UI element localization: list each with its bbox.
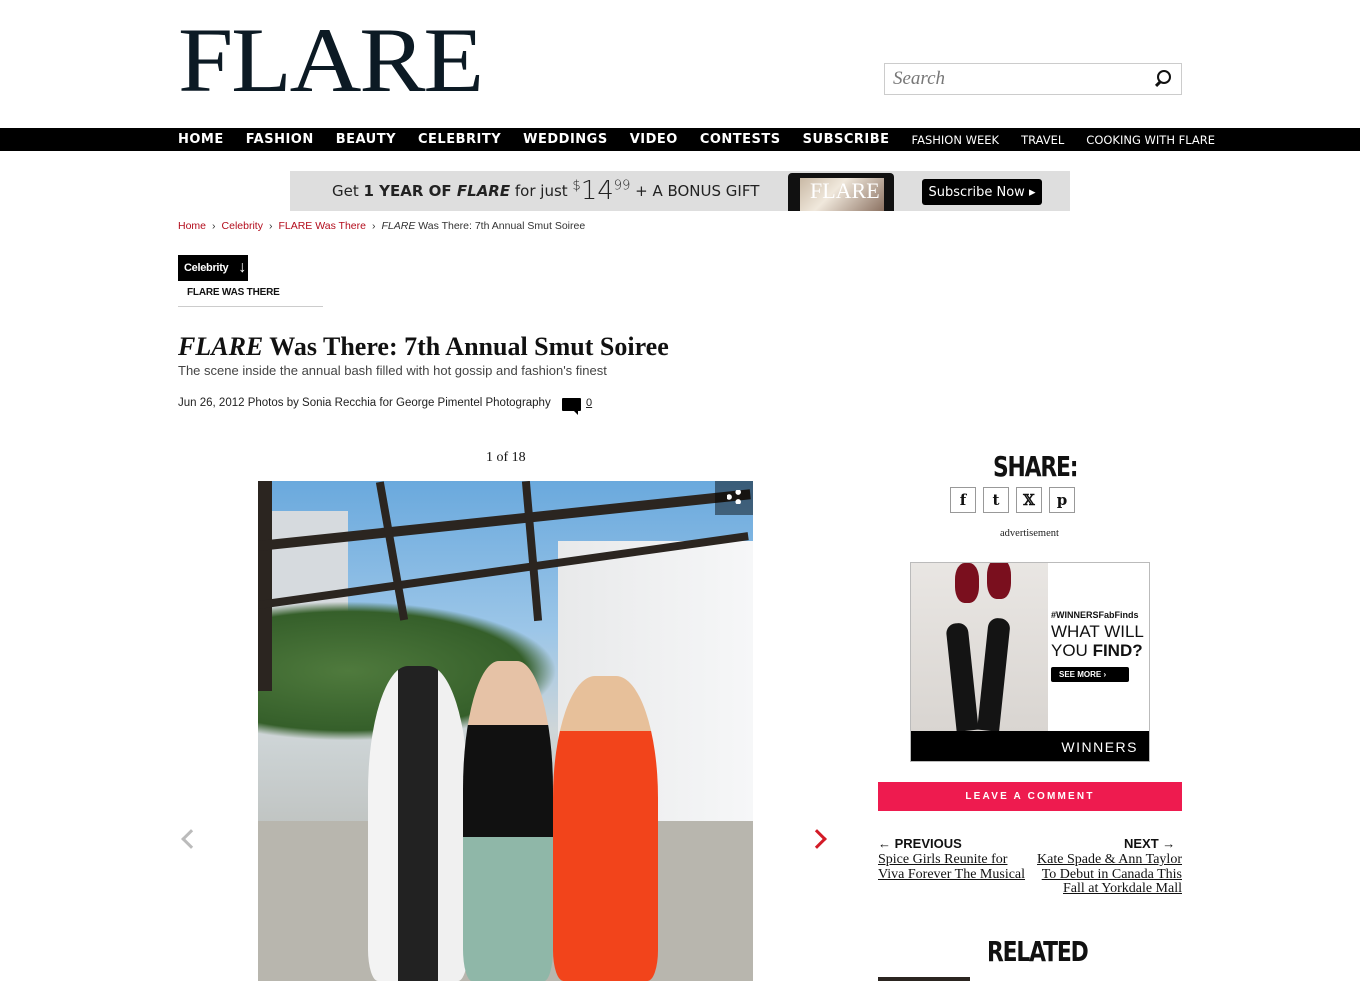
ad-brand: WINNERS	[911, 731, 1149, 761]
flare-logo[interactable]: FLARE	[178, 14, 484, 106]
photo-person-center	[463, 661, 553, 981]
search-input[interactable]	[893, 68, 1153, 90]
tumblr-share-button[interactable]: t	[983, 487, 1009, 513]
next-article-link[interactable]: Kate Spade & Ann Taylor To Debut in Cana…	[1034, 852, 1182, 897]
article-subtitle: The scene inside the annual bash filled …	[178, 363, 607, 378]
facebook-share-button[interactable]: f	[950, 487, 976, 513]
nav-travel[interactable]: TRAVEL	[1021, 133, 1064, 147]
nav-weddings[interactable]: WEDDINGS	[523, 132, 608, 147]
subscribe-banner[interactable]: Get 1 YEAR OF FLARE for just $1499 + A B…	[290, 171, 1070, 211]
nav-beauty[interactable]: BEAUTY	[336, 132, 396, 147]
related-heading: RELATED	[987, 935, 1089, 968]
gallery-previous-arrow-icon[interactable]	[181, 829, 201, 849]
comment-icon[interactable]	[562, 398, 581, 415]
related-thumbnail[interactable]	[878, 977, 970, 981]
breadcrumb-home[interactable]: Home	[178, 220, 206, 232]
nav-fashion-week[interactable]: FASHION WEEK	[912, 133, 1000, 147]
magazine-cover-image: FLARE	[788, 173, 894, 211]
winners-ad[interactable]: #WINNERSFabFinds WHAT WILL YOU FIND? SEE …	[910, 562, 1150, 762]
share-heading: SHARE:	[993, 450, 1079, 483]
ad-hashtag: #WINNERSFabFinds	[1051, 610, 1139, 620]
pinterest-share-button[interactable]: p	[1049, 487, 1075, 513]
previous-article-link[interactable]: Spice Girls Reunite for Viva Forever The…	[878, 852, 1028, 882]
next-label[interactable]: NEXT →	[1124, 836, 1175, 851]
search-icon[interactable]	[1153, 69, 1173, 89]
nav-cooking-with-flare[interactable]: COOKING WITH FLARE	[1086, 133, 1215, 147]
photo-person-right	[553, 676, 658, 981]
photo-share-icon[interactable]	[715, 481, 753, 515]
ad-image	[911, 563, 1048, 732]
advertisement-label: advertisement	[1000, 528, 1059, 539]
leave-comment-button[interactable]: LEAVE A COMMENT	[878, 782, 1182, 811]
gallery-counter: 1 of 18	[486, 450, 526, 465]
nav-fashion[interactable]: FASHION	[246, 132, 314, 147]
article-byline: Jun 26, 2012 Photos by Sonia Recchia for…	[178, 397, 551, 409]
nav-home[interactable]: HOME	[178, 132, 224, 147]
ad-headline: WHAT WILL YOU FIND?	[1051, 622, 1144, 660]
breadcrumb-celebrity[interactable]: Celebrity	[222, 220, 263, 232]
nav-celebrity[interactable]: CELEBRITY	[418, 132, 501, 147]
photo-roof-structure	[258, 481, 753, 691]
comment-count-link[interactable]: 0	[586, 397, 592, 409]
gallery-photo[interactable]	[258, 481, 753, 981]
category-dropdown[interactable]: Celebrity ↓	[178, 255, 248, 281]
share-buttons: f t 𝕏 p	[950, 487, 1075, 513]
gallery-next-arrow-icon[interactable]	[807, 829, 827, 849]
nav-contests[interactable]: CONTESTS	[700, 132, 781, 147]
twitter-share-button[interactable]: 𝕏	[1016, 487, 1042, 513]
subcategory-label[interactable]: FLARE WAS THERE	[178, 287, 323, 307]
photo-person-left	[368, 666, 468, 981]
page-title: FLARE Was There: 7th Annual Smut Soiree	[178, 332, 669, 361]
arrow-down-icon: ↓	[238, 259, 247, 276]
breadcrumb: Home › Celebrity › FLARE Was There › FLARE Was…	[178, 220, 586, 232]
main-nav: HOME FASHION BEAUTY CELEBRITY WEDDINGS V…	[0, 128, 1360, 151]
breadcrumb-flare-was-there[interactable]: FLARE Was There	[278, 220, 366, 232]
subscribe-now-button[interactable]: Subscribe Now ▸	[922, 179, 1042, 205]
ad-see-more-button[interactable]: SEE MORE ›	[1051, 667, 1129, 682]
breadcrumb-current: FLARE Was There: 7th Annual Smut Soiree	[381, 220, 586, 232]
search-box[interactable]	[884, 63, 1182, 95]
nav-video[interactable]: VIDEO	[630, 132, 678, 147]
previous-label[interactable]: ← PREVIOUS	[878, 836, 962, 851]
banner-text: Get 1 YEAR OF FLARE for just $1499 + A B…	[332, 176, 760, 206]
nav-subscribe[interactable]: SUBSCRIBE	[803, 132, 890, 147]
